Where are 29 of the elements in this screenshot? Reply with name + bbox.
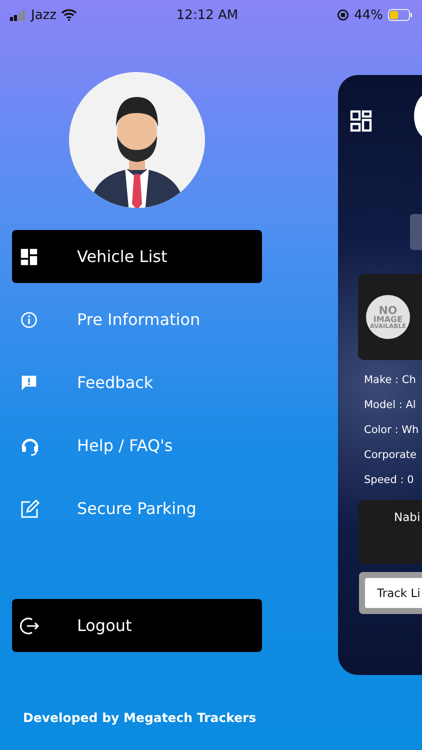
placeholder-text: NO: [378, 304, 398, 316]
placeholder-text: IMAGE: [373, 316, 403, 324]
dashboard-icon: [20, 248, 38, 266]
battery-percent: 44%: [354, 8, 383, 22]
menu-item[interactable]: Pre Information: [12, 293, 262, 346]
menu-item[interactable]: Help / FAQ's: [12, 419, 262, 472]
grid-icon[interactable]: [350, 110, 372, 132]
info-icon: [20, 310, 38, 328]
menu-item[interactable]: Feedback: [12, 356, 262, 409]
vehicle-detail: Corporate: [364, 449, 418, 461]
developer-credit: Developed by Megatech Trackers: [23, 710, 258, 725]
battery-icon: [388, 9, 412, 21]
wifi-icon: [61, 9, 78, 21]
vehicle-detail: Make : Ch: [364, 374, 417, 386]
logout-button[interactable]: Logout: [12, 599, 262, 652]
logout-icon: [20, 616, 40, 636]
menu-item[interactable]: Secure Parking: [12, 482, 262, 535]
carrier-name: Jazz: [31, 8, 56, 22]
menu-item[interactable]: Vehicle List: [12, 230, 262, 283]
track-button[interactable]: Track Li: [365, 578, 422, 608]
rotation-lock-icon: [337, 9, 350, 21]
edit-icon: [20, 498, 40, 518]
signal-icon: [10, 10, 26, 20]
feedback-icon: [20, 374, 38, 392]
vehicle-detail: Color : Wh: [364, 424, 420, 436]
clock: 12:12 AM: [176, 8, 238, 22]
driver-name: Nabi: [394, 510, 420, 524]
vehicle-detail: Model : Al: [364, 399, 417, 411]
vehicle-detail: Speed : 0: [364, 474, 415, 486]
